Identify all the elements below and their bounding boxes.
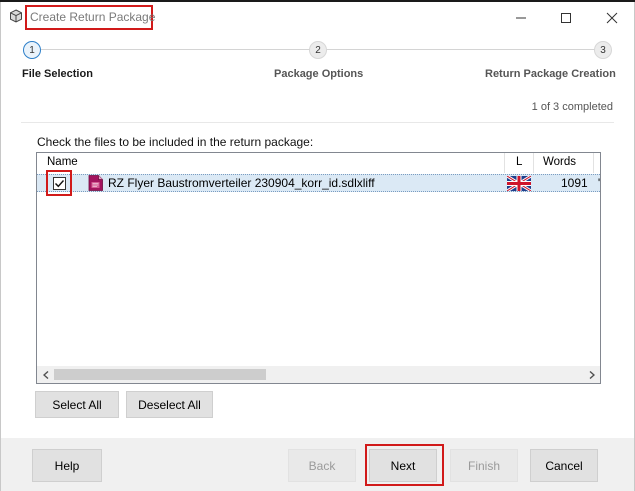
uk-flag-icon — [507, 176, 531, 191]
progress-status: 1 of 3 completed — [531, 101, 613, 113]
step-1-number: 1 — [29, 44, 35, 56]
column-header-language[interactable]: L — [516, 156, 522, 168]
checkmark-icon — [55, 180, 65, 188]
step-1-indicator: 1 — [23, 41, 41, 59]
sdlxliff-file-icon — [88, 175, 103, 191]
truncated-column: " — [598, 176, 600, 190]
step-1-label: File Selection — [22, 68, 93, 80]
column-separator[interactable] — [593, 153, 594, 173]
select-all-button[interactable]: Select All — [35, 391, 119, 418]
word-count: 1091 — [561, 176, 588, 190]
file-include-checkbox[interactable] — [53, 177, 66, 190]
scroll-left-button[interactable] — [37, 366, 54, 383]
deselect-all-button[interactable]: Deselect All — [126, 391, 213, 418]
horizontal-scrollbar[interactable] — [37, 366, 600, 383]
footer-bar: Help Back Next Finish Cancel — [1, 438, 634, 491]
title-bar[interactable]: Create Return Package — [1, 2, 634, 32]
step-3-indicator: 3 — [594, 41, 612, 59]
instruction-text: Check the files to be included in the re… — [37, 135, 314, 149]
column-header-words[interactable]: Words — [543, 156, 576, 168]
package-icon — [10, 9, 22, 23]
close-button[interactable] — [597, 6, 627, 30]
cancel-button[interactable]: Cancel — [530, 449, 598, 482]
file-name: RZ Flyer Baustromverteiler 230904_korr_i… — [108, 176, 375, 190]
finish-button[interactable]: Finish — [450, 449, 518, 482]
chevron-left-icon — [42, 370, 48, 379]
chevron-right-icon — [589, 370, 595, 379]
list-header: Name L Words — [37, 153, 600, 173]
maximize-icon — [561, 13, 571, 23]
dialog-window: Create Return Package 1 2 3 File Selecti… — [0, 2, 635, 491]
minimize-icon — [516, 17, 526, 19]
step-2-indicator: 2 — [309, 41, 327, 59]
step-3-label: Return Package Creation — [485, 68, 616, 80]
window-title: Create Return Package — [30, 10, 156, 24]
step-2-number: 2 — [315, 44, 321, 56]
column-header-name[interactable]: Name — [47, 156, 78, 168]
scroll-right-button[interactable] — [583, 366, 600, 383]
step-3-number: 3 — [600, 44, 606, 56]
column-separator[interactable] — [504, 153, 505, 173]
back-button[interactable]: Back — [288, 449, 356, 482]
maximize-button[interactable] — [551, 6, 581, 30]
file-list[interactable]: Name L Words RZ Flyer Baustromverteiler … — [36, 152, 601, 384]
help-button[interactable]: Help — [32, 449, 102, 482]
step-2-label: Package Options — [274, 68, 364, 80]
column-separator[interactable] — [533, 153, 534, 173]
close-icon — [606, 12, 618, 24]
scroll-thumb[interactable] — [54, 369, 266, 380]
divider — [21, 122, 614, 123]
next-highlight-box — [365, 444, 444, 486]
minimize-button[interactable] — [506, 6, 536, 30]
